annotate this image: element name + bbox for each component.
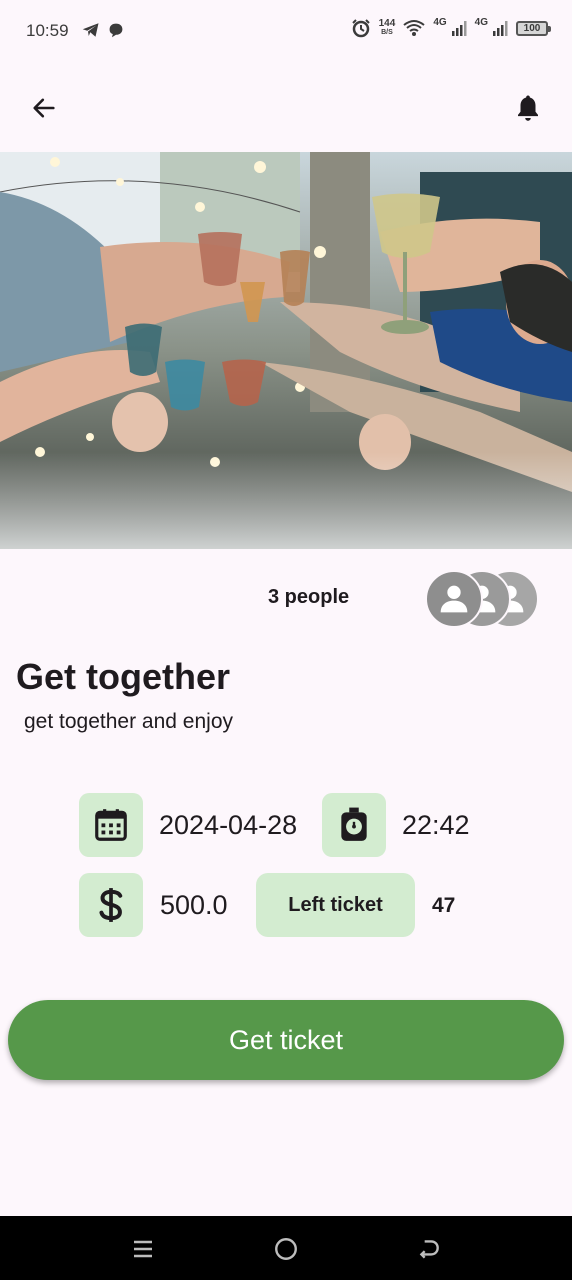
status-time: 10:59 [26,21,69,40]
date-tile [79,793,143,857]
person-icon [440,585,468,613]
price-tile [79,873,143,937]
telegram-icon [82,23,99,37]
system-nav-bar [0,1216,572,1280]
battery-icon: 100 [516,20,551,36]
status-bar: 10:59 144 B/S 4G 4G 100 [0,0,572,64]
chat-icon [109,23,123,38]
left-ticket-chip: Left ticket [256,873,415,937]
event-description: get together and enjoy [24,710,233,733]
wifi-icon [403,20,425,36]
network-speed: 144 B/S [378,18,396,37]
event-time: 22:42 [402,810,470,840]
attendees-row: 3 people [0,566,572,630]
people-count: 3 people [268,586,350,608]
signal-icon [451,21,467,36]
back-button[interactable] [26,90,62,126]
network-type-2: 4G [474,16,488,28]
left-ticket-count: 47 [432,894,456,917]
alarm-icon [351,19,370,38]
signal-icon [493,21,508,36]
avatar-stack [425,570,545,628]
bell-icon [518,95,538,121]
get-ticket-label: Get ticket [228,1024,344,1055]
dollar-icon [99,888,123,922]
avatar [425,570,483,628]
recent-apps-button[interactable] [128,1234,158,1264]
time-tile [322,793,386,857]
calendar-icon [95,809,127,841]
event-image [0,152,572,549]
event-price: 500.0 [160,890,228,920]
stopwatch-icon [341,807,367,841]
app-bar [0,64,572,152]
menu-icon [134,1240,152,1258]
system-back-button[interactable] [414,1234,444,1264]
notification-button[interactable] [510,90,546,126]
network-type-1: 4G [433,16,447,28]
home-circle-icon [275,1238,297,1260]
home-button[interactable] [271,1234,301,1264]
arrow-left-icon [33,98,55,118]
event-date: 2024-04-28 [159,810,298,840]
get-ticket-button[interactable]: Get ticket [8,1000,564,1080]
event-title: Get together [16,656,231,697]
back-icon [419,1240,439,1259]
